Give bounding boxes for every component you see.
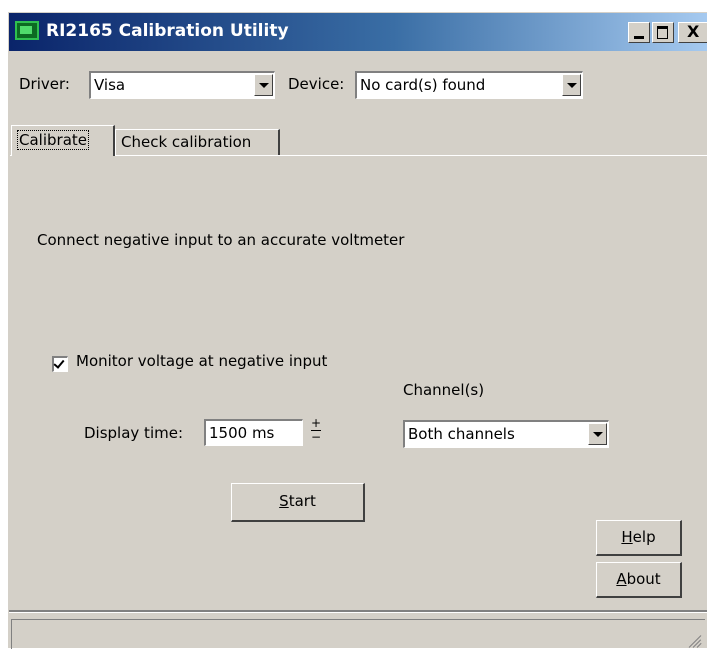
- channels-select[interactable]: Both channels: [403, 420, 609, 448]
- display-time-label: Display time:: [84, 424, 184, 442]
- window-title: RI2165 Calibration Utility: [46, 21, 289, 41]
- channels-label: Channel(s): [403, 381, 485, 399]
- tab-check-calibration-label: Check calibration: [121, 133, 252, 151]
- chevron-down-icon[interactable]: [254, 74, 273, 96]
- maximize-button[interactable]: [652, 22, 674, 43]
- device-select-value: No card(s) found: [360, 76, 486, 94]
- monitor-voltage-label[interactable]: Monitor voltage at negative input: [76, 352, 327, 370]
- display-time-value: 1500 ms: [209, 424, 275, 442]
- about-button[interactable]: About: [596, 562, 682, 598]
- start-button-label: tart: [288, 492, 316, 510]
- tab-calibrate[interactable]: Calibrate: [11, 125, 115, 156]
- tab-check-calibration[interactable]: Check calibration: [115, 129, 280, 156]
- minus-icon[interactable]: −: [308, 431, 324, 445]
- driver-label: Driver:: [19, 75, 70, 93]
- title-bar[interactable]: RI2165 Calibration Utility X: [9, 13, 707, 51]
- statusbar-divider: [9, 610, 707, 613]
- chevron-down-icon[interactable]: [562, 74, 581, 96]
- instruction-text: Connect negative input to an accurate vo…: [37, 231, 405, 249]
- close-icon: X: [687, 22, 700, 41]
- about-button-accel: A: [616, 570, 627, 588]
- monitor-voltage-checkbox[interactable]: [52, 356, 68, 372]
- plus-icon[interactable]: +: [308, 417, 324, 431]
- device-select[interactable]: No card(s) found: [355, 71, 583, 99]
- chevron-down-icon[interactable]: [588, 423, 607, 445]
- device-label: Device:: [288, 75, 345, 93]
- minimize-button[interactable]: [628, 22, 650, 43]
- driver-select[interactable]: Visa: [89, 71, 275, 99]
- close-button[interactable]: X: [678, 22, 707, 43]
- checkmark-icon: [53, 357, 65, 369]
- app-icon: [15, 21, 39, 40]
- start-button[interactable]: Start: [231, 483, 365, 522]
- help-button-accel: H: [621, 528, 633, 546]
- start-button-accel: S: [279, 492, 289, 510]
- display-time-spinner[interactable]: + −: [308, 417, 324, 445]
- help-button-label: elp: [632, 528, 656, 546]
- resize-grip-icon[interactable]: [687, 633, 702, 648]
- channels-select-value: Both channels: [408, 425, 515, 443]
- help-button[interactable]: Help: [596, 520, 682, 556]
- status-bar: [11, 619, 705, 649]
- tab-calibrate-label: Calibrate: [17, 130, 89, 150]
- about-button-label: bout: [626, 570, 661, 588]
- app-window: RI2165 Calibration Utility X Driver: Vis…: [8, 12, 707, 649]
- driver-select-value: Visa: [94, 76, 126, 94]
- display-time-input[interactable]: 1500 ms: [204, 419, 303, 446]
